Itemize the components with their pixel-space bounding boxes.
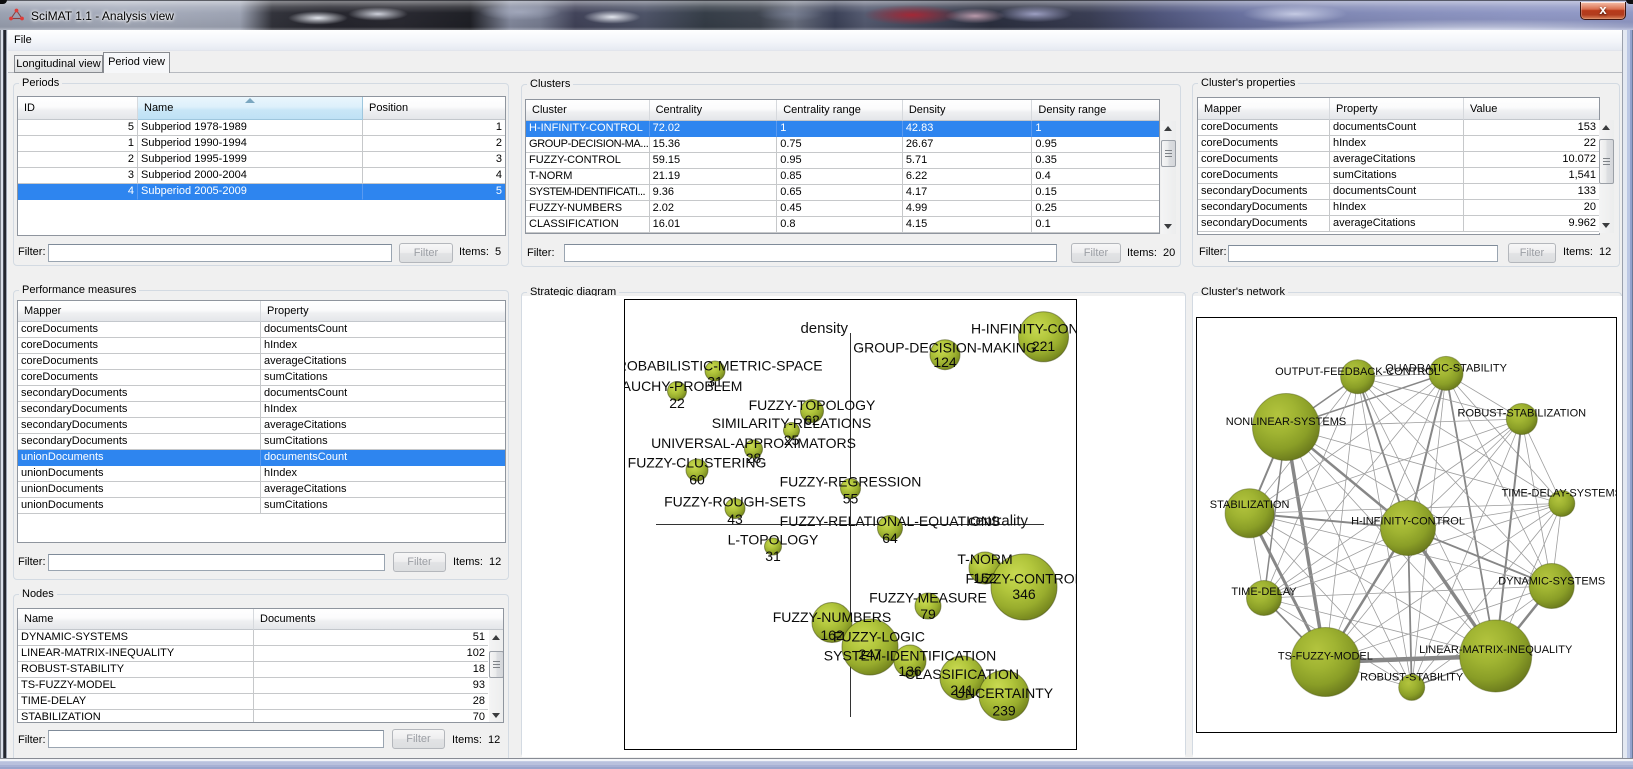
- svg-text:FUZZY-TOPOLOGY: FUZZY-TOPOLOGY: [749, 397, 876, 413]
- svg-text:FUZZY-ROUGH-SETS: FUZZY-ROUGH-SETS: [664, 493, 806, 509]
- svg-text:SYSTEM-IDENTIFICATION: SYSTEM-IDENTIFICATION: [824, 648, 996, 664]
- svg-text:64: 64: [882, 530, 898, 546]
- svg-text:FUZZY-REGRESSION: FUZZY-REGRESSION: [780, 474, 922, 490]
- svg-text:60: 60: [689, 472, 705, 488]
- svg-text:CLASSIFICATION: CLASSIFICATION: [905, 666, 1019, 682]
- svg-text:FUZZY-CLUSTERING: FUZZY-CLUSTERING: [628, 455, 767, 471]
- svg-text:43: 43: [727, 511, 743, 527]
- svg-text:55: 55: [843, 491, 859, 507]
- svg-text:LINEAR-MATRIX-INEQUALITY: LINEAR-MATRIX-INEQUALITY: [1419, 644, 1573, 656]
- svg-text:FUZZY-CONTROL: FUZZY-CONTROL: [966, 571, 1083, 587]
- svg-text:22: 22: [669, 395, 685, 411]
- svg-text:FUZZY-LOGIC: FUZZY-LOGIC: [833, 629, 925, 645]
- svg-text:239: 239: [992, 703, 1016, 719]
- svg-text:124: 124: [933, 354, 957, 370]
- svg-text:TS-FUZZY-MODEL: TS-FUZZY-MODEL: [1278, 651, 1373, 663]
- svg-text:T-NORM: T-NORM: [957, 551, 1012, 567]
- svg-text:density: density: [800, 320, 848, 337]
- svg-text:346: 346: [1012, 586, 1036, 602]
- svg-text:31: 31: [765, 548, 781, 564]
- svg-text:TIME-DELAY: TIME-DELAY: [1231, 586, 1297, 598]
- svg-text:STABILIZATION: STABILIZATION: [1210, 499, 1290, 511]
- svg-text:SIMILARITY-RELATIONS: SIMILARITY-RELATIONS: [712, 415, 871, 431]
- svg-text:FUZZY-MEASURE: FUZZY-MEASURE: [869, 590, 987, 606]
- svg-text:PROBABILISTIC-METRIC-SPACE: PROBABILISTIC-METRIC-SPACE: [607, 358, 822, 374]
- svg-text:79: 79: [920, 606, 936, 622]
- svg-text:OUTPUT-FEEDBACK-CONTROL: OUTPUT-FEEDBACK-CONTROL: [1275, 366, 1440, 378]
- svg-text:UNIVERSAL-APPROXIMATORS: UNIVERSAL-APPROXIMATORS: [651, 435, 856, 451]
- svg-text:FUZZY-RELATIONAL-EQUATIONS: FUZZY-RELATIONAL-EQUATIONS: [780, 513, 1001, 529]
- svg-text:NONLINEAR-SYSTEMS: NONLINEAR-SYSTEMS: [1226, 416, 1346, 428]
- svg-text:ROBUST-STABILITY: ROBUST-STABILITY: [1360, 672, 1464, 684]
- svg-text:TIME-DELAY-SYSTEMS: TIME-DELAY-SYSTEMS: [1502, 488, 1622, 500]
- svg-text:H-INFINITY-CONTROL: H-INFINITY-CONTROL: [1351, 515, 1465, 527]
- svg-text:L-TOPOLOGY: L-TOPOLOGY: [728, 532, 819, 548]
- svg-text:ROBUST-STABILIZATION: ROBUST-STABILIZATION: [1458, 407, 1587, 419]
- svg-text:UNCERTAINTY: UNCERTAINTY: [955, 685, 1054, 701]
- svg-text:DYNAMIC-SYSTEMS: DYNAMIC-SYSTEMS: [1498, 576, 1605, 588]
- svg-text:CAUCHY-PROBLEM: CAUCHY-PROBLEM: [612, 378, 743, 394]
- svg-text:FUZZY-NUMBERS: FUZZY-NUMBERS: [773, 609, 892, 625]
